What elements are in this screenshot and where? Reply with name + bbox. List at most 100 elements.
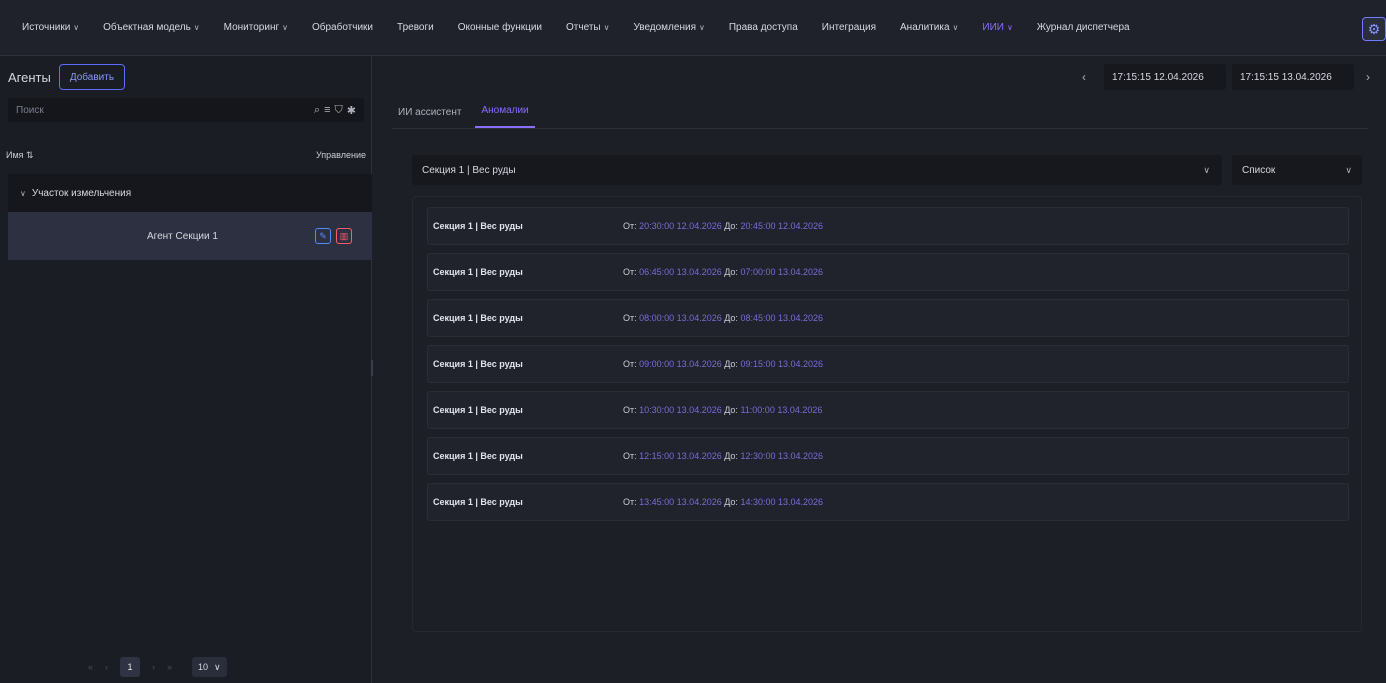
- nav-item-label: Аналитика: [900, 22, 950, 33]
- chevron-down-icon: ∨: [1006, 23, 1013, 32]
- anomaly-from: 06:45:00 13.04.2026: [639, 267, 722, 277]
- from-label: От:: [623, 221, 637, 231]
- anomaly-name: Секция 1 | Вес руды: [433, 221, 523, 231]
- chevron-left-icon[interactable]: ‹: [1082, 70, 1086, 84]
- filter-icon[interactable]: ⛉: [335, 104, 343, 117]
- sidebar-header: Агенты Добавить: [8, 64, 126, 90]
- to-label: До:: [724, 451, 738, 461]
- anomaly-row[interactable]: Секция 1 | Вес руды От: 08:00:00 13.04.20…: [427, 299, 1349, 337]
- signal-select[interactable]: Секция 1 | Вес руды ∨: [412, 155, 1222, 185]
- anomaly-to: 12:30:00 13.04.2026: [740, 451, 824, 461]
- anomaly-to: 07:00:00 13.04.2026: [740, 267, 824, 277]
- nav-item-label: ИИИ: [982, 22, 1004, 33]
- anomaly-name: Секция 1 | Вес руды: [433, 313, 523, 323]
- nav-item[interactable]: Обработчики: [312, 22, 373, 33]
- date-from-field[interactable]: 17:15:15 12.04.2026: [1104, 64, 1226, 90]
- anomaly-from: 10:30:00 13.04.2026: [639, 405, 722, 415]
- tabs: ИИ ассистент Аномалии: [392, 100, 543, 128]
- anomaly-range: От: 10:30:00 13.04.2026 До: 11:00:00 13.…: [623, 405, 822, 415]
- anomaly-range: От: 09:00:00 13.04.2026 До: 09:15:00 13.…: [623, 359, 823, 369]
- edit-icon[interactable]: ✎: [315, 228, 331, 244]
- nav-item[interactable]: Объектная модель ∨: [103, 22, 200, 33]
- date-to-field[interactable]: 17:15:15 13.04.2026: [1232, 64, 1354, 90]
- next-page-icon[interactable]: ›: [152, 662, 155, 672]
- to-label: До:: [724, 359, 738, 369]
- anomaly-from: 12:15:00 13.04.2026: [639, 451, 722, 461]
- nav-item[interactable]: Интеграция: [822, 22, 876, 33]
- anomaly-range: От: 08:00:00 13.04.2026 До: 08:45:00 13.…: [623, 313, 823, 323]
- prev-page-icon[interactable]: ‹: [105, 662, 108, 672]
- anomaly-row[interactable]: Секция 1 | Вес руды От: 10:30:00 13.04.20…: [427, 391, 1349, 429]
- anomaly-to: 14:30:00 13.04.2026: [740, 497, 824, 507]
- nav-item[interactable]: Уведомления ∨: [633, 22, 704, 33]
- nav-item-label: Журнал диспетчера: [1036, 22, 1130, 33]
- to-label: До:: [724, 221, 738, 231]
- delete-icon[interactable]: ▥: [336, 228, 352, 244]
- col-control-header: Управление: [315, 150, 366, 160]
- nav-item[interactable]: Аналитика ∨: [900, 22, 958, 33]
- from-label: От:: [623, 405, 637, 415]
- anomaly-row[interactable]: Секция 1 | Вес руды От: 09:00:00 13.04.20…: [427, 345, 1349, 383]
- list-icon[interactable]: ≡: [324, 104, 330, 116]
- chevron-right-icon[interactable]: ›: [1366, 70, 1370, 84]
- anomaly-name: Секция 1 | Вес руды: [433, 497, 523, 507]
- from-label: От:: [623, 313, 637, 323]
- pagination: « ‹ 1 › » 10 ∨: [88, 655, 227, 679]
- anomaly-list: Секция 1 | Вес руды От: 20:30:00 12.04.20…: [412, 196, 1362, 632]
- anomaly-from: 08:00:00 13.04.2026: [639, 313, 722, 323]
- anomaly-range: От: 06:45:00 13.04.2026 До: 07:00:00 13.…: [623, 267, 823, 277]
- nav-item[interactable]: ИИИ ∨: [982, 22, 1012, 33]
- view-mode-select[interactable]: Список ∨: [1232, 155, 1362, 185]
- last-page-icon[interactable]: »: [167, 662, 172, 672]
- chevron-down-icon: ∨: [282, 23, 288, 32]
- anomaly-row[interactable]: Секция 1 | Вес руды От: 13:45:00 13.04.20…: [427, 483, 1349, 521]
- per-page-value: 10: [198, 662, 209, 672]
- top-navigation: Источники ∨ Объектная модель ∨ Мониторинг ∨ Об…: [0, 0, 1386, 56]
- group-row[interactable]: ∨ Участок измельчения: [8, 174, 372, 212]
- tab-anomalies[interactable]: Аномалии: [475, 105, 535, 128]
- tab-ai-assistant[interactable]: ИИ ассистент: [392, 107, 467, 128]
- chevron-down-icon: ∨: [214, 661, 221, 672]
- anomaly-row[interactable]: Секция 1 | Вес руды От: 06:45:00 13.04.20…: [427, 253, 1349, 291]
- chevron-down-icon: ∨: [73, 23, 80, 32]
- anomaly-row[interactable]: Секция 1 | Вес руды От: 20:30:00 12.04.20…: [427, 207, 1349, 245]
- nav-item[interactable]: Журнал диспетчера: [1037, 22, 1130, 33]
- col-name-header[interactable]: Имя ⇅: [6, 150, 34, 161]
- add-agent-button[interactable]: Добавить: [58, 64, 126, 90]
- agent-row[interactable]: Агент Секции 1 ✎ ▥: [8, 212, 372, 260]
- nav-item[interactable]: Мониторинг ∨: [224, 22, 288, 33]
- anomaly-from: 13:45:00 13.04.2026: [639, 497, 722, 507]
- anomaly-to: 20:45:00 12.04.2026: [740, 221, 824, 231]
- page-current[interactable]: 1: [120, 657, 141, 677]
- gear-icon[interactable]: ⚙: [1362, 17, 1386, 41]
- nav-item[interactable]: Источники ∨: [22, 22, 79, 33]
- nav-item[interactable]: Отчеты ∨: [566, 22, 609, 33]
- per-page-select[interactable]: 10 ∨: [192, 657, 227, 677]
- nav-item[interactable]: Тревоги: [397, 22, 434, 33]
- sort-icon[interactable]: ⇅: [26, 150, 34, 160]
- chevron-down-icon[interactable]: ∨: [20, 189, 26, 198]
- chevron-down-icon: ∨: [1345, 164, 1352, 175]
- nav-item-label: Обработчики: [311, 22, 374, 33]
- search-input[interactable]: [16, 104, 314, 116]
- anomaly-to: 09:15:00 13.04.2026: [740, 359, 824, 369]
- resize-handle[interactable]: [371, 360, 373, 376]
- agents-sidebar: Агенты Добавить ⌕ ≡ ⛉ ✱ Имя ⇅ Управление…: [0, 56, 372, 683]
- anomaly-row[interactable]: Секция 1 | Вес руды От: 12:15:00 13.04.20…: [427, 437, 1349, 475]
- anomaly-name: Секция 1 | Вес руды: [433, 405, 523, 415]
- search-icon[interactable]: ⌕: [314, 104, 320, 117]
- anomaly-from: 09:00:00 13.04.2026: [639, 359, 722, 369]
- to-label: До:: [724, 497, 738, 507]
- table-header: Имя ⇅ Управление: [0, 144, 372, 166]
- search-tools: ⌕ ≡ ⛉ ✱: [314, 104, 356, 117]
- clear-icon[interactable]: ✱: [347, 104, 356, 117]
- nav-item-label: Объектная модель: [103, 22, 191, 33]
- nav-item[interactable]: Права доступа: [729, 22, 798, 33]
- to-label: До:: [724, 313, 738, 323]
- first-page-icon[interactable]: «: [88, 662, 93, 672]
- nav-item-label: Тревоги: [397, 22, 434, 33]
- nav-item[interactable]: Оконные функции: [458, 22, 542, 33]
- to-label: До:: [724, 405, 738, 415]
- anomaly-to: 08:45:00 13.04.2026: [740, 313, 824, 323]
- search-box: ⌕ ≡ ⛉ ✱: [8, 98, 364, 122]
